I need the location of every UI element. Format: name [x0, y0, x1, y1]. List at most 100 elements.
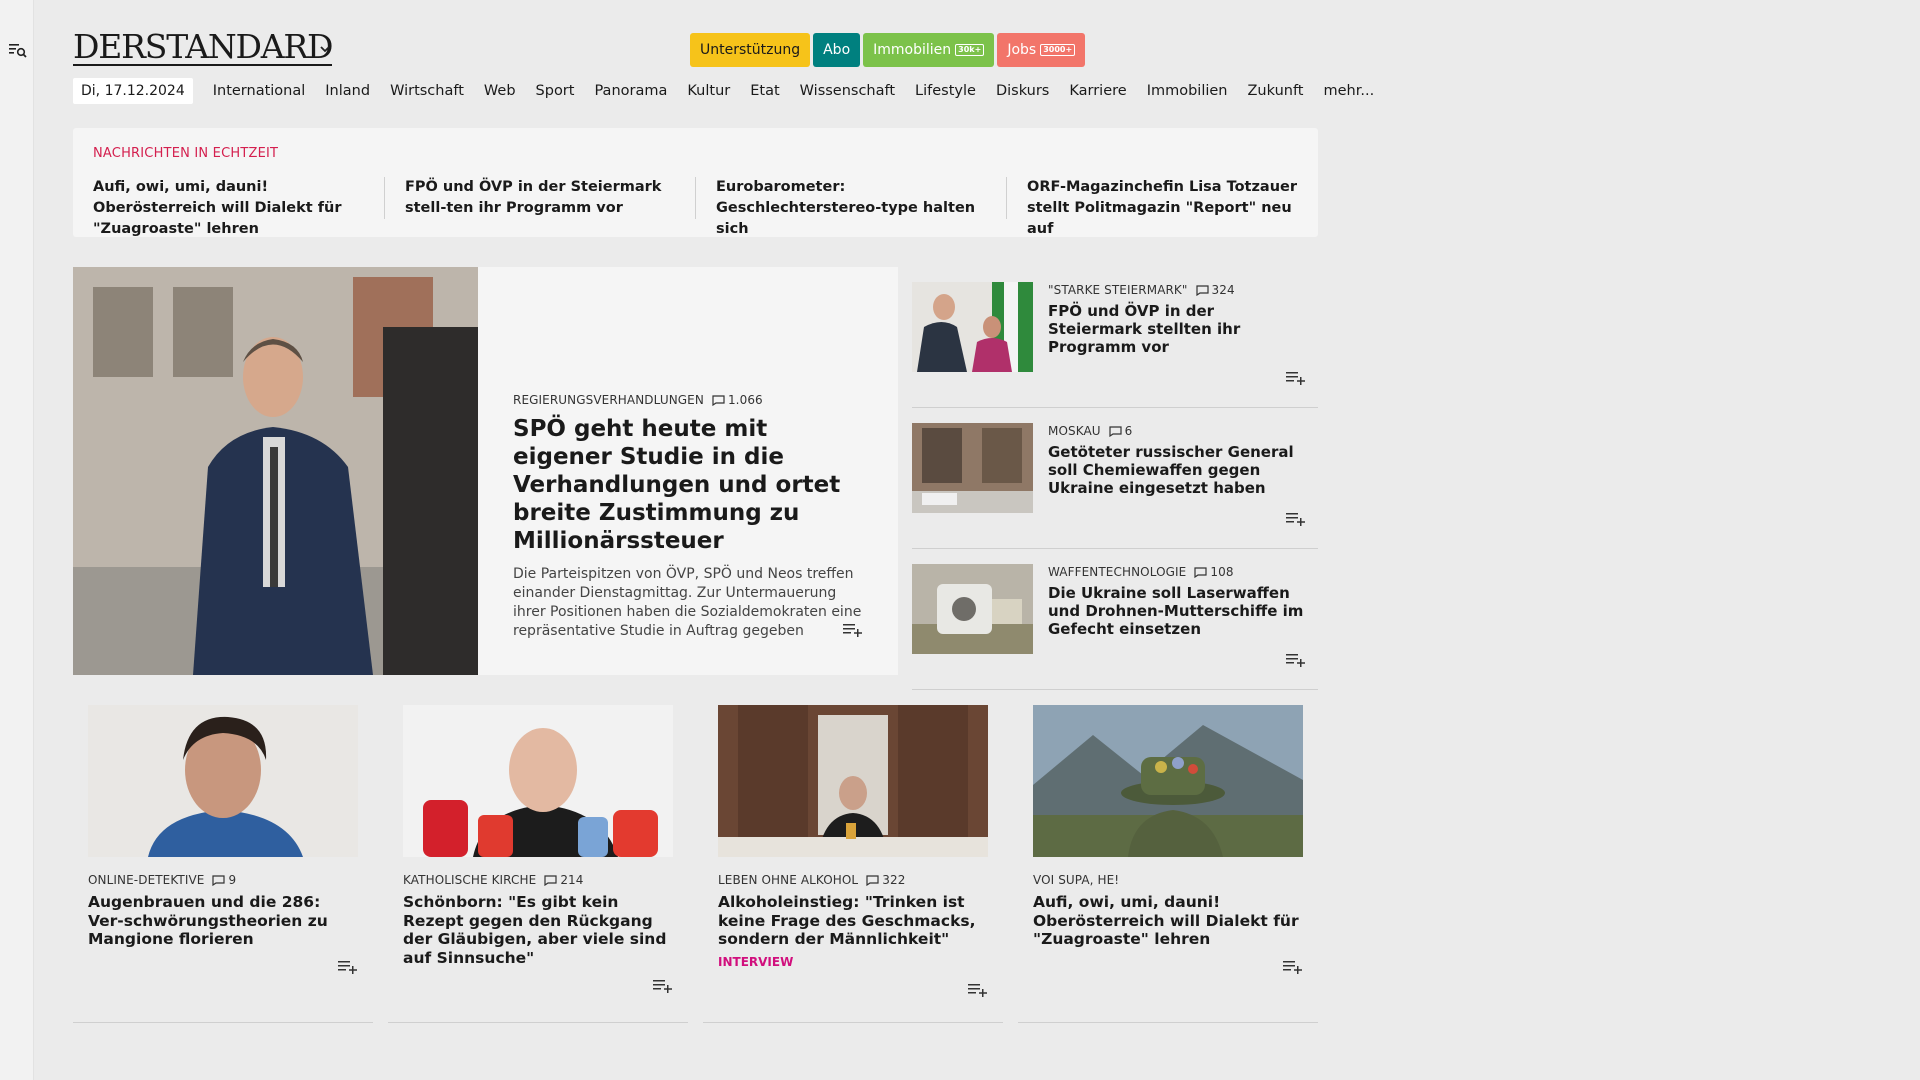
hero-teaser: Die Parteispitzen von ÖVP, SPÖ und Neos … — [513, 566, 862, 639]
article-kicker-text: MOSKAU — [1048, 424, 1101, 438]
ticker-item[interactable]: FPÖ und ÖVP in der Steiermark stell-ten … — [384, 177, 695, 219]
interview-label: INTERVIEW — [718, 954, 794, 969]
hero-kicker: REGIERUNGSVERHANDLUNGEN 1.066 — [513, 393, 873, 407]
article-thumbnail[interactable] — [912, 564, 1033, 654]
nav-item-web[interactable]: Web — [474, 78, 526, 104]
chevron-down-icon[interactable] — [318, 44, 332, 54]
article-card[interactable]: LEBEN OHNE ALKOHOL 322 Alkoholeinstieg: … — [703, 705, 1003, 1023]
jobs-button[interactable]: Jobs 3000+ — [997, 33, 1086, 67]
jobs-badge: 3000+ — [1040, 44, 1076, 56]
article-title[interactable]: Getöteter russischer General soll Chemie… — [1048, 443, 1313, 497]
add-to-list-icon[interactable] — [843, 623, 863, 637]
nav-item-more[interactable]: mehr... — [1314, 78, 1385, 104]
article-image[interactable] — [403, 705, 673, 857]
list-item[interactable]: WAFFENTECHNOLOGIE 108 Die Ukraine soll L… — [912, 549, 1318, 690]
main-nav: Di, 17.12.2024 International Inland Wirt… — [73, 78, 1384, 104]
immobilien-label: Immobilien — [873, 42, 952, 58]
nav-item-sport[interactable]: Sport — [526, 78, 585, 104]
ticker-item[interactable]: Aufi, owi, umi, dauni! Oberösterreich wi… — [73, 177, 384, 237]
add-to-list-icon[interactable] — [1286, 653, 1306, 667]
article-comments[interactable]: 324 — [1195, 283, 1235, 297]
nav-item-wirtschaft[interactable]: Wirtschaft — [380, 78, 474, 104]
nav-item-zukunft[interactable]: Zukunft — [1238, 78, 1314, 104]
nav-item-panorama[interactable]: Panorama — [584, 78, 677, 104]
hero-title[interactable]: SPÖ geht heute mit eigener Studie in die… — [513, 415, 873, 555]
article-kicker: "STARKE STEIERMARK" 324 — [1048, 283, 1313, 297]
nav-item-lifestyle[interactable]: Lifestyle — [905, 78, 986, 104]
hero-comments[interactable]: 1.066 — [712, 393, 763, 407]
jobs-label: Jobs — [1007, 42, 1037, 58]
nav-item-inland[interactable]: Inland — [315, 78, 380, 104]
article-comments[interactable]: 214 — [544, 873, 583, 887]
comment-icon — [1194, 566, 1207, 578]
nav-item-diskurs[interactable]: Diskurs — [986, 78, 1059, 104]
article-kicker: WAFFENTECHNOLOGIE 108 — [1048, 565, 1313, 579]
hero-article[interactable]: REGIERUNGSVERHANDLUNGEN 1.066 SPÖ geht h… — [73, 267, 898, 675]
article-comment-count: 324 — [1211, 283, 1235, 297]
immobilien-badge: 30k+ — [955, 44, 985, 56]
nav-item-etat[interactable]: Etat — [740, 78, 789, 104]
article-title[interactable]: Augenbrauen und die 286: Ver-schwörungst… — [88, 893, 358, 949]
nav-item-karriere[interactable]: Karriere — [1059, 78, 1136, 104]
nav-item-international[interactable]: International — [203, 78, 316, 104]
nav-item-immobilien[interactable]: Immobilien — [1137, 78, 1238, 104]
news-ticker: NACHRICHTEN IN ECHTZEIT Aufi, owi, umi, … — [73, 128, 1318, 237]
article-comments[interactable]: 9 — [212, 873, 236, 887]
ticker-label: NACHRICHTEN IN ECHTZEIT — [93, 146, 279, 161]
site-logo[interactable]: DERSTANDARD — [73, 28, 334, 66]
immobilien-button[interactable]: Immobilien 30k+ — [863, 33, 995, 67]
support-label: Unterstützung — [700, 42, 801, 58]
abo-button[interactable]: Abo — [813, 33, 861, 67]
article-card[interactable]: VOI SUPA, HE! Aufi, owi, umi, dauni! Obe… — [1018, 705, 1318, 1023]
abo-label: Abo — [823, 42, 851, 58]
article-comment-count: 214 — [560, 873, 584, 887]
menu-search-icon[interactable] — [9, 43, 27, 59]
comment-icon — [712, 394, 725, 406]
article-kicker: VOI SUPA, HE! — [1033, 873, 1303, 887]
add-to-list-icon[interactable] — [338, 960, 358, 974]
current-date: Di, 17.12.2024 — [73, 78, 193, 104]
article-image[interactable] — [88, 705, 358, 857]
ticker-item[interactable]: ORF-Magazinchefin Lisa Totzauer stellt P… — [1006, 177, 1317, 237]
article-kicker-text: ONLINE-DETEKTIVE — [88, 873, 205, 887]
nav-item-wissenschaft[interactable]: Wissenschaft — [790, 78, 905, 104]
header-tools: Unterstützung Abo Immobilien 30k+ Jobs 300… — [690, 33, 1086, 67]
side-articles: "STARKE STEIERMARK" 324 FPÖ und ÖVP in d… — [912, 267, 1318, 690]
list-item[interactable]: "STARKE STEIERMARK" 324 FPÖ und ÖVP in d… — [912, 267, 1318, 408]
article-cards: ONLINE-DETEKTIVE 9 Augenbrauen und die 2… — [73, 705, 1318, 1023]
ticker-item[interactable]: Eurobarometer: Geschlechterstereo-type h… — [695, 177, 1006, 237]
add-to-list-icon[interactable] — [653, 979, 673, 993]
add-to-list-icon[interactable] — [968, 983, 988, 997]
comment-icon — [1109, 425, 1122, 437]
article-title[interactable]: FPÖ und ÖVP in der Steiermark stellten i… — [1048, 302, 1313, 356]
hero-kicker-text: REGIERUNGSVERHANDLUNGEN — [513, 393, 704, 407]
add-to-list-icon[interactable] — [1286, 512, 1306, 526]
article-comment-count: 322 — [882, 873, 906, 887]
add-to-list-icon[interactable] — [1283, 960, 1303, 974]
article-image[interactable] — [1033, 705, 1303, 857]
article-title[interactable]: Schönborn: "Es gibt kein Rezept gegen de… — [403, 893, 673, 967]
comment-icon — [212, 874, 226, 886]
article-card[interactable]: ONLINE-DETEKTIVE 9 Augenbrauen und die 2… — [73, 705, 373, 1023]
article-title[interactable]: Die Ukraine soll Laserwaffen und Drohnen… — [1048, 584, 1313, 638]
article-comments[interactable]: 108 — [1194, 565, 1233, 579]
article-kicker-text: VOI SUPA, HE! — [1033, 873, 1120, 887]
article-kicker-text: LEBEN OHNE ALKOHOL — [718, 873, 859, 887]
article-title[interactable]: Aufi, owi, umi, dauni! Oberösterreich wi… — [1033, 893, 1303, 949]
article-comment-count: 6 — [1124, 424, 1133, 438]
article-card[interactable]: KATHOLISCHE KIRCHE 214 Schönborn: "Es gi… — [388, 705, 688, 1023]
article-image[interactable] — [718, 705, 988, 857]
article-comments[interactable]: 6 — [1109, 424, 1133, 438]
article-title[interactable]: Alkoholeinstieg: "Trinken ist keine Frag… — [718, 893, 988, 949]
hero-image[interactable] — [73, 267, 478, 675]
left-sidebar — [0, 0, 34, 1080]
article-thumbnail[interactable] — [912, 423, 1033, 513]
article-kicker: MOSKAU 6 — [1048, 424, 1313, 438]
support-button[interactable]: Unterstützung — [690, 33, 811, 67]
article-thumbnail[interactable] — [912, 282, 1033, 372]
article-kicker: ONLINE-DETEKTIVE 9 — [88, 873, 358, 887]
nav-item-kultur[interactable]: Kultur — [677, 78, 740, 104]
article-comments[interactable]: 322 — [866, 873, 905, 887]
list-item[interactable]: MOSKAU 6 Getöteter russischer General so… — [912, 408, 1318, 549]
add-to-list-icon[interactable] — [1286, 371, 1306, 385]
